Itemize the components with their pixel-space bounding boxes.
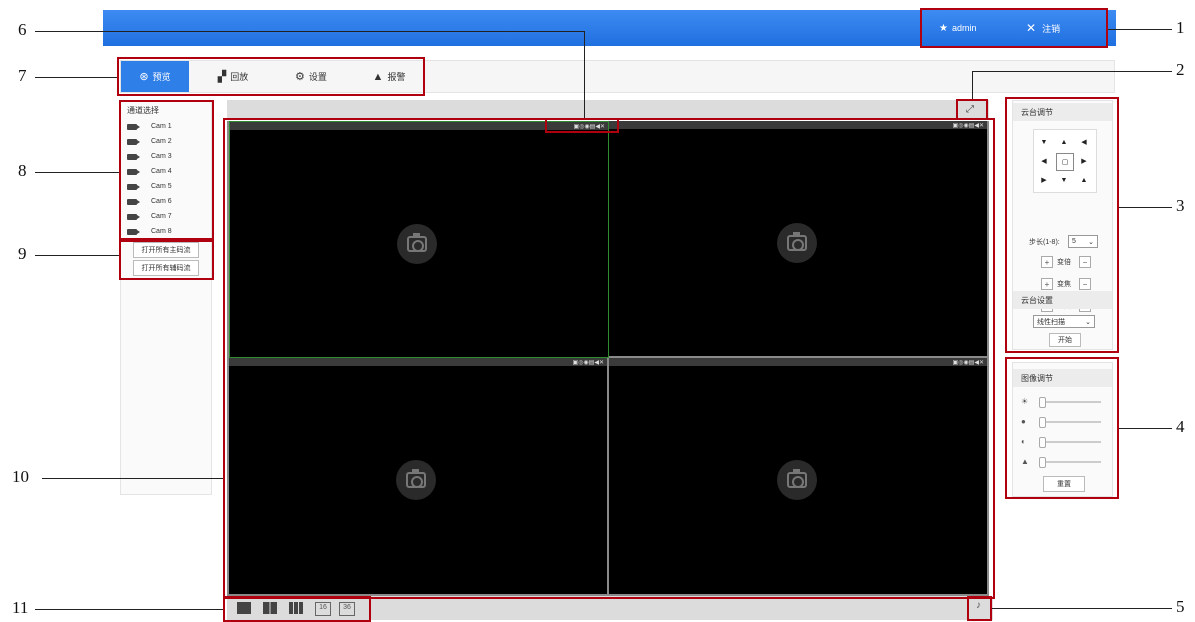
callout-box-4 — [1005, 357, 1119, 499]
callout-box-2 — [956, 99, 988, 120]
callout-number-9: 9 — [18, 244, 27, 263]
callout-number-4: 4 — [1176, 417, 1185, 436]
callout-number-11: 11 — [12, 598, 29, 617]
callout-box-1 — [920, 8, 1108, 48]
callout-box-11 — [223, 596, 371, 622]
callout-number-1: 1 — [1176, 18, 1185, 37]
callout-box-3 — [1005, 97, 1119, 353]
video-header-bar — [227, 100, 989, 118]
callout-line-4 — [1119, 428, 1172, 429]
callout-box-9 — [119, 240, 214, 280]
callout-line-9 — [35, 255, 119, 256]
callout-line-2 — [972, 71, 1172, 72]
callout-box-7 — [117, 57, 425, 96]
callout-number-3: 3 — [1176, 196, 1185, 215]
callout-line-10 — [42, 478, 223, 479]
callout-line-2v — [972, 71, 973, 99]
callout-line-5 — [992, 608, 1172, 609]
callout-line-6v — [584, 31, 585, 118]
callout-box-8 — [119, 100, 214, 240]
callout-number-8: 8 — [18, 161, 27, 180]
callout-number-10: 10 — [12, 467, 29, 486]
callout-box-10 — [223, 118, 995, 599]
callout-number-2: 2 — [1176, 60, 1185, 79]
callout-number-6: 6 — [18, 20, 27, 39]
callout-box-5 — [967, 596, 992, 621]
callout-line-11 — [35, 609, 223, 610]
callout-number-5: 5 — [1176, 597, 1185, 616]
callout-line-6 — [35, 31, 584, 32]
callout-line-7 — [35, 77, 117, 78]
callout-line-3 — [1119, 207, 1172, 208]
callout-line-1 — [1108, 29, 1172, 30]
callout-number-7: 7 — [18, 66, 27, 85]
callout-line-8 — [35, 172, 119, 173]
